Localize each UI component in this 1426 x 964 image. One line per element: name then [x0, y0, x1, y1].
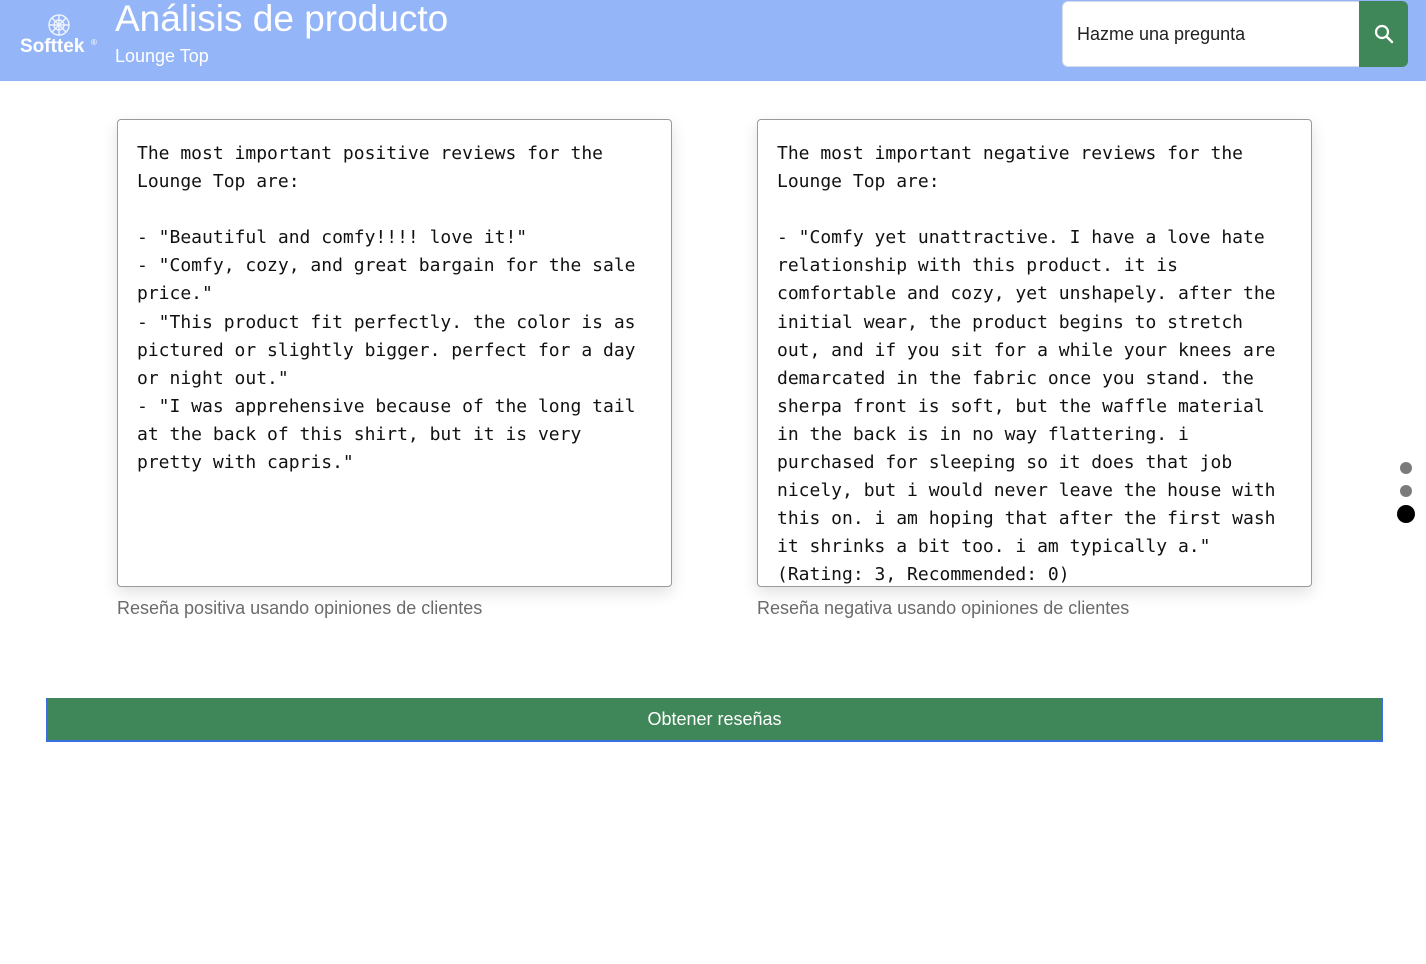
- negative-review-panel[interactable]: The most important negative reviews for …: [757, 119, 1312, 587]
- logo-registered-mark: ®: [91, 38, 97, 47]
- pagination-dot-2[interactable]: [1400, 485, 1412, 497]
- page-title: Análisis de producto: [115, 0, 449, 39]
- section-pagination-dots: [1397, 460, 1415, 526]
- search-button[interactable]: [1359, 1, 1408, 67]
- positive-review-panel[interactable]: The most important positive reviews for …: [117, 119, 672, 587]
- question-input[interactable]: [1062, 1, 1360, 67]
- search-icon: [1374, 24, 1393, 44]
- app-header: Softtek ® Análisis de producto Lounge To…: [0, 0, 1426, 81]
- positive-review-text: The most important positive reviews for …: [137, 143, 636, 474]
- get-reviews-button[interactable]: Obtener reseñas: [46, 698, 1383, 742]
- negative-review-text: The most important negative reviews for …: [777, 143, 1276, 586]
- pagination-dot-3-active[interactable]: [1397, 505, 1415, 523]
- softtek-logo: Softtek ®: [18, 10, 100, 62]
- negative-review-caption: Reseña negativa usando opiniones de clie…: [757, 598, 1130, 618]
- positive-review-caption: Reseña positiva usando opiniones de clie…: [117, 598, 483, 618]
- logo-text: Softtek: [20, 36, 85, 57]
- logo-mark-icon: [48, 14, 70, 36]
- product-name: Lounge Top: [115, 46, 209, 66]
- pagination-dot-1[interactable]: [1400, 462, 1412, 474]
